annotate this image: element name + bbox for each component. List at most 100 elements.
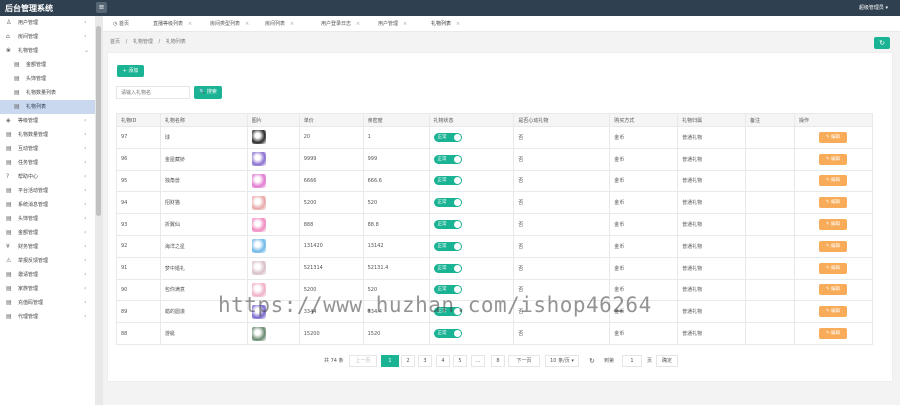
tab[interactable]: 房间列表 × <box>265 16 294 32</box>
tab[interactable]: 用户登录日志 × <box>321 16 360 32</box>
pagination-page-button[interactable]: ... <box>471 355 485 367</box>
sidebar-item[interactable]: ▤ 任务管理 ‹ <box>0 156 102 170</box>
edit-button[interactable]: ✎ 编辑 <box>818 197 847 209</box>
status-toggle[interactable]: 正常 <box>433 176 462 186</box>
tab[interactable]: 用户管理 × <box>378 16 407 32</box>
tab-label: 礼物列表 <box>431 21 452 27</box>
tab[interactable]: 直播等级列表 × <box>153 16 192 32</box>
cell-actions: ✎ 编辑 <box>793 147 874 171</box>
edit-button[interactable]: ✎ 编辑 <box>818 131 847 143</box>
close-icon[interactable]: × <box>456 21 460 27</box>
edit-button[interactable]: ✎ 编辑 <box>818 175 847 187</box>
sidebar-item[interactable]: ❀ 礼物管理 ⌄ <box>0 44 102 58</box>
add-button[interactable]: + 添加 <box>117 65 144 77</box>
cell-actions: ✎ 编辑 <box>793 256 874 280</box>
edit-button[interactable]: ✎ 编辑 <box>818 219 847 231</box>
watermark: https://www.huzhan.com/ishop46264 <box>218 293 652 317</box>
table-row: 95 独角兽 6666 666.6 正常 否金币 普通礼物 ✎ 编辑 <box>116 169 874 193</box>
cell-image <box>246 147 300 171</box>
edit-button[interactable]: ✎ 编辑 <box>818 328 847 340</box>
breadcrumb-item-gift-manage[interactable]: 礼物管理 <box>133 39 153 45</box>
tab[interactable]: 房间类型列表 × <box>210 16 249 32</box>
sidebar-item-label: 系统消息管理 <box>18 202 49 208</box>
cell-actions: ✎ 编辑 <box>793 278 874 302</box>
breadcrumb-item-home[interactable]: 首页 <box>110 39 120 45</box>
file-icon: ▤ <box>6 285 12 292</box>
cell-price: 521314 <box>298 256 364 280</box>
status-toggle[interactable]: 正常 <box>433 132 462 142</box>
gift-thumbnail <box>251 261 266 276</box>
sidebar-item[interactable]: ▤ 系统消息管理 ‹ <box>0 198 102 212</box>
sidebar-item-label: 任务管理 <box>18 160 39 166</box>
goto-confirm-button[interactable]: 确定 <box>656 355 678 367</box>
pagination-next-button[interactable]: 下一页 <box>508 355 540 367</box>
status-toggle[interactable]: 正常 <box>433 241 462 251</box>
edit-button[interactable]: ✎ 编辑 <box>818 153 847 165</box>
toggle-knob <box>453 177 461 185</box>
sidebar-item[interactable]: ? 帮助中心 ‹ <box>0 170 102 184</box>
close-icon[interactable]: × <box>290 21 294 27</box>
cell-intimacy: 52131.4 <box>362 256 430 280</box>
sidebar-item[interactable]: ▤ 金额管理 <box>0 58 102 72</box>
pagination-page-button[interactable]: 8 <box>491 355 505 367</box>
refresh-icon[interactable]: ↻ <box>874 37 890 49</box>
sidebar-nav: ♙ 用户管理 ‹ ⌂ 房间管理 ‹ ❀ 礼物管理 ⌄ ▤ 金额管理 ▤ 头饰管理 ▤ 礼物数量列表 ▤ 礼物列表… <box>0 16 102 324</box>
status-toggle[interactable]: 正常 <box>433 154 462 164</box>
user-menu[interactable]: 超级管理员 ▾ <box>859 4 888 11</box>
close-icon[interactable]: × <box>403 21 407 27</box>
sidebar-item[interactable]: ▤ 礼物数量列表 <box>0 86 102 100</box>
file-icon: ▤ <box>6 131 12 138</box>
reload-icon[interactable]: ↻ <box>589 355 595 367</box>
sidebar-item[interactable]: ♙ 用户管理 ‹ <box>0 16 102 30</box>
sidebar-scrollbar-thumb[interactable] <box>96 26 101 216</box>
pagination-page-button[interactable]: 2 <box>401 355 415 367</box>
search-button[interactable]: 🔍 搜索 <box>194 86 222 99</box>
sidebar-item[interactable]: ▤ 充值码管理 ‹ <box>0 296 102 310</box>
status-toggle[interactable]: 正常 <box>433 263 462 273</box>
sidebar-item[interactable]: ▤ 头饰管理 ‹ <box>0 212 102 226</box>
page-size-select[interactable]: 10 条/页 ▾ <box>545 355 579 367</box>
pagination-page-button[interactable]: 3 <box>418 355 432 367</box>
sidebar-item[interactable]: ▤ 平台活动管理 ‹ <box>0 184 102 198</box>
sidebar-item[interactable]: ▤ 代理管理 ‹ <box>0 310 102 324</box>
menu-toggle-icon[interactable]: ≡ <box>96 2 107 13</box>
close-icon[interactable]: × <box>188 21 192 27</box>
edit-button[interactable]: ✎ 编辑 <box>818 262 847 274</box>
close-icon[interactable]: × <box>356 21 360 27</box>
pagination-page-button[interactable]: 5 <box>453 355 467 367</box>
goto-page-input[interactable]: 1 <box>622 355 642 367</box>
edit-button[interactable]: ✎ 编辑 <box>818 284 847 296</box>
status-toggle[interactable]: 正常 <box>433 198 462 208</box>
tab[interactable]: 礼物列表 × <box>431 16 460 32</box>
cell-note <box>745 213 795 236</box>
tab[interactable]: ◷ 首页 <box>113 16 129 32</box>
pagination-page-button[interactable]: 4 <box>436 355 450 367</box>
cell-heart-gift: 否 <box>513 234 611 258</box>
sidebar-item[interactable]: ⚠ 举报反馈管理 ‹ <box>0 254 102 268</box>
cell-price: 131420 <box>298 234 364 258</box>
sidebar-item[interactable]: ◈ 等级管理 ‹ <box>0 114 102 128</box>
cell-actions: ✎ 编辑 <box>793 300 874 324</box>
edit-button[interactable]: ✎ 编辑 <box>818 240 847 252</box>
edit-button[interactable]: ✎ 编辑 <box>818 306 847 318</box>
sidebar-item[interactable]: ▤ 金额管理 ‹ <box>0 226 102 240</box>
pagination-prev-button[interactable]: 上一页 <box>349 355 377 367</box>
chevron-left-icon: ‹ <box>84 201 87 208</box>
cell-id: 90 <box>116 278 161 302</box>
sidebar-item[interactable]: ▤ 邀请管理 ‹ <box>0 268 102 282</box>
sidebar-item[interactable]: ¥ 财务管理 ‹ <box>0 240 102 254</box>
sidebar-item[interactable]: ▤ 礼物数量管理 ‹ <box>0 128 102 142</box>
close-icon[interactable]: × <box>245 21 249 27</box>
cell-name: 折翼仙 <box>159 213 248 236</box>
pagination-page-button[interactable]: 1 <box>381 355 399 367</box>
status-toggle[interactable]: 正常 <box>433 329 462 339</box>
file-icon: ▤ <box>14 103 20 110</box>
sidebar-item[interactable]: ▤ 互动管理 ‹ <box>0 142 102 156</box>
sidebar-item[interactable]: ▤ 家族管理 ‹ <box>0 282 102 296</box>
status-toggle[interactable]: 正常 <box>433 220 462 230</box>
search-input[interactable] <box>116 86 190 99</box>
cell-intimacy: 88.8 <box>362 213 430 236</box>
sidebar-item[interactable]: ⌂ 房间管理 ‹ <box>0 30 102 44</box>
sidebar-item[interactable]: ▤ 礼物列表 <box>0 100 102 114</box>
sidebar-item[interactable]: ▤ 头饰管理 <box>0 72 102 86</box>
